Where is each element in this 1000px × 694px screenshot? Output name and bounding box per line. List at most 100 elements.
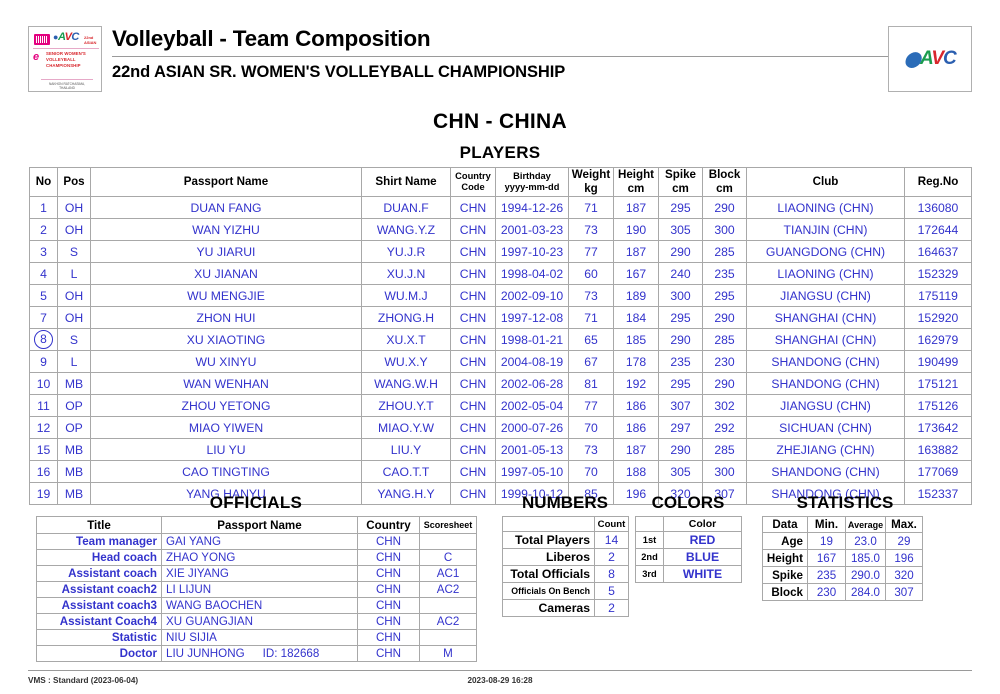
player-country-code: CHN: [450, 218, 496, 241]
player-weight: 70: [568, 460, 614, 483]
player-no: 3: [29, 240, 58, 263]
official-scoresheet: [419, 629, 477, 646]
col-birthday-line2: yyyy-mm-dd: [504, 182, 560, 192]
player-no: 1: [29, 196, 58, 219]
player-no: 8: [29, 328, 58, 351]
official-scoresheet: [419, 597, 477, 614]
official-country: CHN: [357, 597, 420, 614]
stat-data-label: Spike: [762, 566, 808, 584]
player-height: 190: [613, 218, 659, 241]
avc-letter-a: A: [920, 48, 932, 69]
official-scoresheet: AC1: [419, 565, 477, 582]
col-spike-line2: cm: [672, 182, 689, 195]
player-country-code: CHN: [450, 196, 496, 219]
player-passport-name: XU JIANAN: [90, 262, 362, 285]
player-country-code: CHN: [450, 240, 496, 263]
player-passport-name: CAO TINGTING: [90, 460, 362, 483]
team-heading: CHN - CHINA: [433, 110, 567, 133]
player-birthday: 1997-12-08: [495, 306, 569, 329]
player-club: SHANDONG (CHN): [746, 372, 905, 395]
col-block: Block cm: [702, 167, 747, 197]
numbers-value: 2: [594, 599, 629, 617]
player-weight: 73: [568, 218, 614, 241]
col-reg-no: Reg.No: [904, 167, 972, 197]
player-club: SHANDONG (CHN): [746, 350, 905, 373]
stat-min: 19: [807, 532, 846, 550]
player-weight: 60: [568, 262, 614, 285]
table-row: 10 MB WAN WENHAN WANG.W.H CHN 2002-06-28 81 192…: [29, 372, 972, 395]
colors-table-header-row: Color: [635, 516, 742, 532]
player-pos: S: [57, 328, 91, 351]
player-reg-no: 177069: [904, 460, 972, 483]
player-no: 15: [29, 438, 58, 461]
official-name: ZHAO YONG: [161, 549, 358, 566]
col-spike: Spike cm: [658, 167, 703, 197]
col-official-name: Passport Name: [161, 516, 358, 534]
official-title: Team manager: [36, 533, 162, 550]
numbers-value: 14: [594, 531, 629, 549]
player-passport-name: DUAN FANG: [90, 196, 362, 219]
table-row: Team manager GAI YANG CHN: [36, 533, 477, 550]
player-height: 184: [613, 306, 659, 329]
title-block: Volleyball - Team Composition 22nd ASIAN…: [112, 24, 892, 83]
player-height: 186: [613, 416, 659, 439]
table-row: Head coach ZHAO YONG CHN C: [36, 549, 477, 566]
player-passport-name: YU JIARUI: [90, 240, 362, 263]
player-shirt-name: DUAN.F: [361, 196, 451, 219]
table-row: 15 MB LIU YU LIU.Y CHN 2001-05-13 73 187 290 285 Z…: [29, 438, 972, 461]
stat-min: 235: [807, 566, 846, 584]
avc-logo: ⬤AVC: [888, 26, 972, 92]
page-header: ●AVC 22nd ASIAN e SENIOR WOMEN'S VOLLEYB…: [28, 24, 972, 100]
player-passport-name: WU MENGJIE: [90, 284, 362, 307]
championship-logo-badge-icon: [34, 34, 50, 45]
player-shirt-name: LIU.Y: [361, 438, 451, 461]
player-pos: OH: [57, 306, 91, 329]
player-country-code: CHN: [450, 372, 496, 395]
player-country-code: CHN: [450, 328, 496, 351]
table-row: 2nd BLUE: [635, 548, 742, 566]
table-row: Height 167 185.0 196: [762, 549, 923, 567]
stat-data-label: Age: [762, 532, 808, 550]
player-club: SHANGHAI (CHN): [746, 306, 905, 329]
player-reg-no: 136080: [904, 196, 972, 219]
colors-table-body: 1st RED 2nd BLUE 3rd WHITE: [635, 531, 742, 583]
player-birthday: 2002-05-04: [495, 394, 569, 417]
player-club: LIAONING (CHN): [746, 262, 905, 285]
official-country: CHN: [357, 533, 420, 550]
official-scoresheet: C: [419, 549, 477, 566]
avc-player-icon: ⬤: [904, 51, 921, 68]
player-reg-no: 175126: [904, 394, 972, 417]
stat-average: 284.0: [845, 583, 886, 601]
official-name: WANG BAOCHEN: [161, 597, 358, 614]
player-club: JIANGSU (CHN): [746, 284, 905, 307]
stat-data-label: Block: [762, 583, 808, 601]
col-block-line1: Block: [708, 168, 741, 181]
table-row: 9 L WU XINYU WU.X.Y CHN 2004-08-19 67 178 235 230…: [29, 350, 972, 373]
stat-max: 320: [885, 566, 923, 584]
official-title: Assistant coach: [36, 565, 162, 582]
table-row: 3 S YU JIARUI YU.J.R CHN 1997-10-23 77 187 290 28…: [29, 240, 972, 263]
player-spike: 295: [658, 372, 703, 395]
player-country-code: CHN: [450, 416, 496, 439]
color-rank: 3rd: [635, 565, 664, 583]
col-weight-line1: Weight: [571, 168, 611, 181]
player-pos: OP: [57, 416, 91, 439]
player-birthday: 2001-05-13: [495, 438, 569, 461]
player-shirt-name: WU.X.Y: [361, 350, 451, 373]
player-birthday: 2002-09-10: [495, 284, 569, 307]
player-birthday: 1998-04-02: [495, 262, 569, 285]
table-row: Statistic NIU SIJIA CHN: [36, 629, 477, 646]
color-value: RED: [663, 531, 742, 549]
logo-letter-a: A: [57, 31, 65, 43]
title-divider: [112, 56, 892, 57]
player-reg-no: 175121: [904, 372, 972, 395]
player-reg-no: 152329: [904, 262, 972, 285]
player-club: SHANGHAI (CHN): [746, 328, 905, 351]
colors-heading: COLORS: [651, 493, 725, 512]
col-color: Color: [663, 516, 742, 532]
color-rank: 2nd: [635, 548, 664, 566]
player-passport-name: WAN YIZHU: [90, 218, 362, 241]
player-passport-name: XU XIAOTING: [90, 328, 362, 351]
table-row: Spike 235 290.0 320: [762, 566, 923, 584]
player-passport-name: WU XINYU: [90, 350, 362, 373]
